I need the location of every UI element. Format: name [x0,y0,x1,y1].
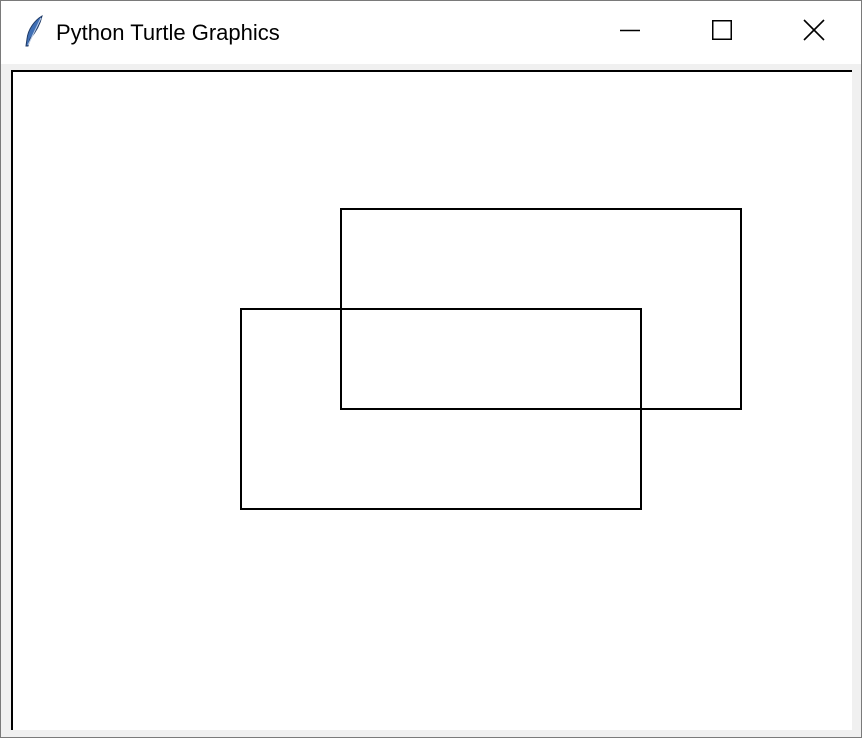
maximize-button[interactable] [676,1,768,64]
title-bar[interactable]: Python Turtle Graphics [1,1,861,64]
turtle-drawing [240,208,742,510]
minimize-button[interactable] [584,1,676,64]
feather-icon [23,15,45,49]
app-window: Python Turtle Graphics [0,0,862,738]
minimize-icon [620,20,640,45]
turtle-canvas[interactable] [11,70,852,730]
maximize-icon [712,20,732,45]
close-icon [803,19,825,46]
close-button[interactable] [768,1,860,64]
window-title: Python Turtle Graphics [56,20,280,45]
